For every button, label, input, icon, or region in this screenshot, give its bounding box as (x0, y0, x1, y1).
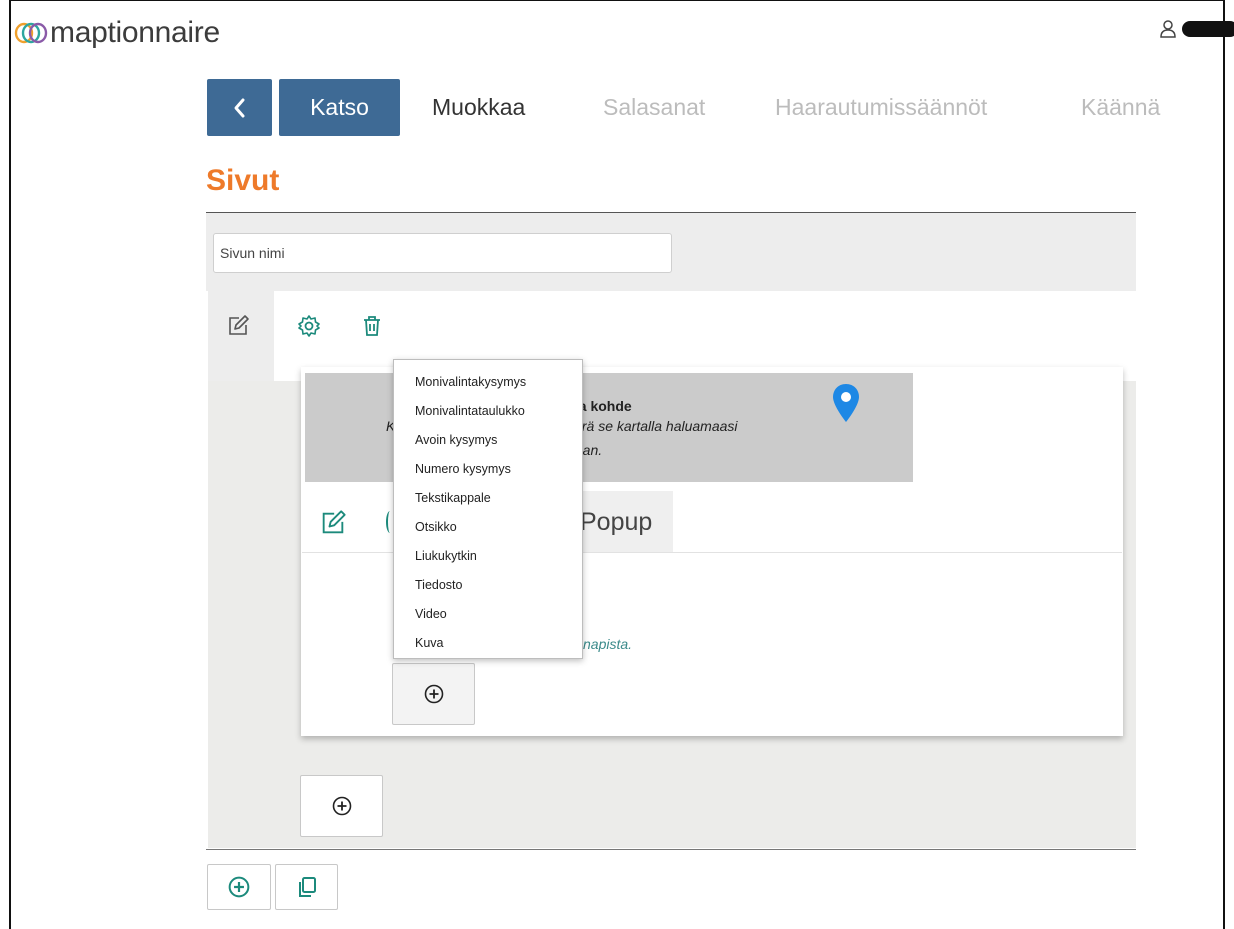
app-logo[interactable]: maptionnaire (14, 16, 220, 50)
app-name: maptionnaire (50, 16, 220, 49)
menu-item-tiedosto[interactable]: Tiedosto (394, 571, 582, 600)
copy-page-button[interactable] (275, 864, 338, 910)
tab-popup-label: Popup (580, 507, 653, 536)
panel-divider (206, 849, 1136, 850)
map-pin-icon (833, 384, 859, 422)
page-title: Sivut (206, 164, 280, 197)
add-question-hint: napista. (583, 636, 633, 652)
tab-muokkaa[interactable]: Muokkaa (432, 79, 525, 136)
plus-circle-icon (332, 796, 351, 816)
add-page-button[interactable] (207, 864, 271, 910)
maptionnaire-logo-icon (14, 22, 48, 44)
question-type-menu: Monivalintakysymys Monivalintataulukko A… (393, 359, 583, 659)
user-menu[interactable] (1160, 20, 1234, 38)
page-name-input[interactable] (213, 233, 672, 273)
trash-icon[interactable] (357, 311, 387, 341)
person-icon (1160, 20, 1176, 38)
menu-item-avoin-kysymys[interactable]: Avoin kysymys (394, 426, 582, 455)
add-question-button[interactable] (392, 663, 475, 725)
copy-icon (298, 877, 316, 897)
tab-haarautumissaannot[interactable]: Haarautumissäännöt (775, 79, 987, 136)
menu-item-tekstikappale[interactable]: Tekstikappale (394, 484, 582, 513)
question-edit-icon[interactable] (318, 508, 348, 538)
tab-katso[interactable]: Katso (279, 79, 400, 136)
chevron-left-icon (234, 98, 244, 117)
plus-circle-icon (424, 684, 443, 704)
edit-icon[interactable] (223, 311, 253, 341)
add-card-button[interactable] (300, 775, 383, 837)
tab-salasanat[interactable]: Salasanat (603, 79, 705, 136)
menu-item-kuva[interactable]: Kuva (394, 629, 582, 658)
menu-item-monivalintataulukko[interactable]: Monivalintataulukko (394, 397, 582, 426)
tab-kaanna[interactable]: Käännä (1081, 79, 1160, 136)
menu-item-numero-kysymys[interactable]: Numero kysymys (394, 455, 582, 484)
map-question-text: iirrä se kartalla haluamaasi (571, 418, 738, 434)
menu-item-monivalintakysymys[interactable]: Monivalintakysymys (394, 368, 582, 397)
tab-popup[interactable]: Popup (572, 491, 673, 553)
gear-icon[interactable] (294, 311, 324, 341)
back-button[interactable] (207, 79, 272, 136)
user-name-redacted (1182, 21, 1234, 37)
menu-item-video[interactable]: Video (394, 600, 582, 629)
menu-item-otsikko[interactable]: Otsikko (394, 513, 582, 542)
menu-item-liukukytkin[interactable]: Liukukytkin (394, 542, 582, 571)
plus-circle-icon (228, 876, 250, 898)
